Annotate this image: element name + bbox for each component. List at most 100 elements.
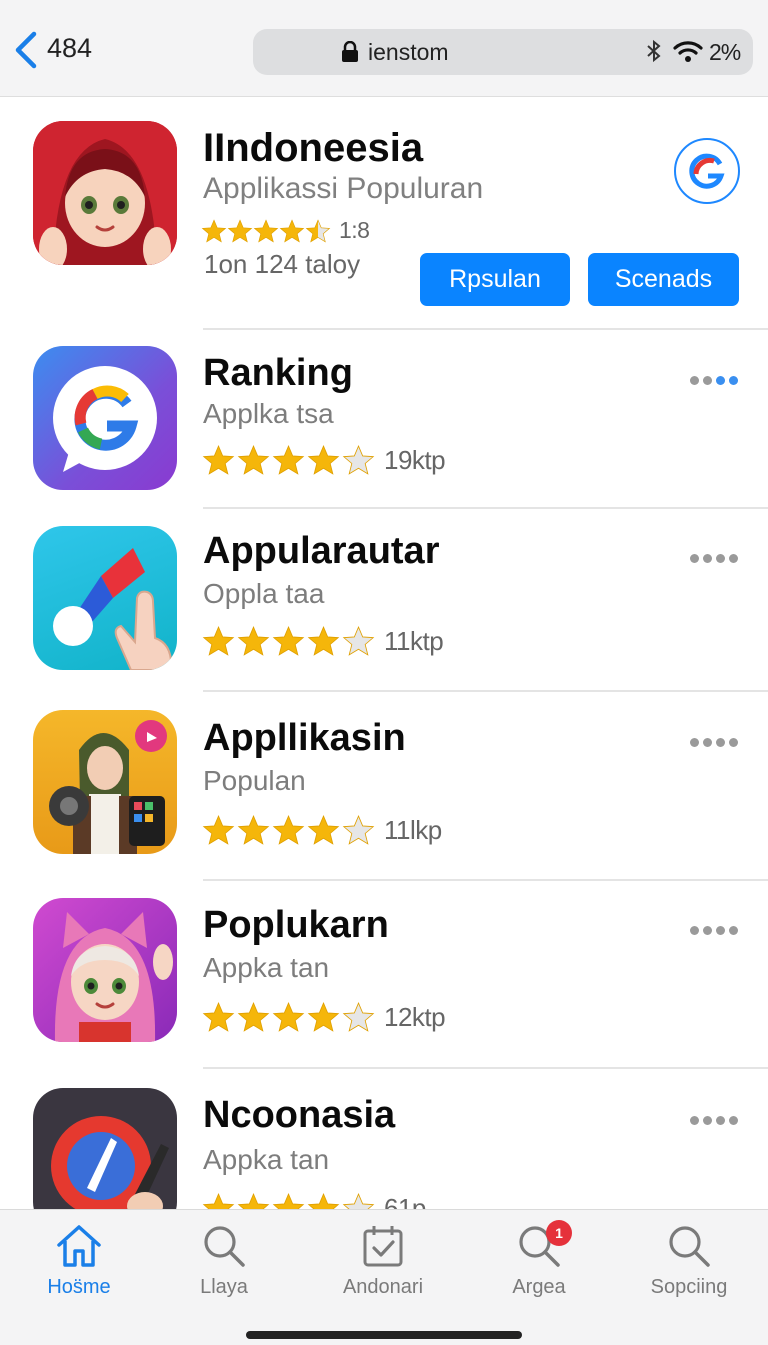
star-icon [202, 445, 235, 475]
dot [703, 553, 712, 563]
star-icon [342, 815, 375, 845]
dot [690, 1115, 699, 1125]
star-rating [201, 814, 376, 846]
dot [729, 925, 738, 935]
chat-g-icon [33, 346, 177, 490]
featured-app-subtitle: Applikassi Populuran [203, 172, 484, 205]
list-item[interactable]: Ranking Applka tsa 19ktp [0, 330, 768, 508]
featured-app[interactable]: IIndoneesia Applikassi Populuran 1:8 1on… [0, 0, 768, 330]
search-icon [669, 1226, 710, 1267]
tab-label: Hos̈me [47, 1276, 111, 1298]
star-icon [307, 445, 340, 475]
dot [690, 553, 699, 563]
app-rating: 11lkp [201, 814, 442, 846]
dot [690, 925, 699, 935]
app-name: Ncoonasia [203, 1094, 396, 1136]
hijab-girl-avatar-icon [33, 121, 177, 265]
list-item[interactable]: Appllikasin Populan 11lkp [0, 692, 768, 880]
primary-action-button[interactable]: Rpsulan [420, 253, 570, 306]
dot [716, 375, 725, 385]
dot [716, 553, 725, 563]
g-badge-button[interactable] [674, 138, 740, 204]
star-rating [201, 1001, 376, 1033]
tab-label: Llaya [200, 1276, 248, 1298]
tab-label: Argea [512, 1276, 566, 1298]
star-icon [272, 445, 305, 475]
star-rating [201, 1192, 376, 1209]
dot [703, 925, 712, 935]
star-icon [272, 815, 305, 845]
g-logo-icon [689, 153, 725, 189]
woman-with-tablet-icon [33, 710, 177, 854]
star-rating [201, 625, 376, 657]
star-icon [202, 1193, 235, 1209]
app-name: Appularautar [203, 530, 440, 572]
pointer-hand-icon [33, 526, 177, 670]
tab-sopciing[interactable]: Sopciing [634, 1210, 744, 1320]
rating-value: 1:8 [339, 217, 370, 243]
dot [690, 375, 699, 385]
more-options-button[interactable] [690, 918, 740, 942]
search-icon [204, 1226, 245, 1267]
dot [703, 1115, 712, 1125]
star-icon [307, 1193, 340, 1209]
tab-label: Sopciing [650, 1276, 728, 1298]
more-options-button[interactable] [690, 730, 740, 754]
list-item[interactable]: Ncoonasia Appka tan 61p [0, 1068, 768, 1209]
cat-hood-girl-icon [33, 898, 177, 1042]
star-icon [342, 1193, 375, 1209]
star-icon [272, 1193, 305, 1209]
dot [729, 375, 738, 385]
star-icon [342, 445, 375, 475]
app-subtitle: Appka tan [203, 1144, 330, 1175]
star-icon [307, 626, 340, 656]
more-options-button[interactable] [690, 368, 740, 392]
dot [716, 1115, 725, 1125]
featured-app-title: IIndoneesia [203, 126, 424, 170]
more-options-button[interactable] [690, 1108, 740, 1132]
tab-andonari[interactable]: Andonari [328, 1210, 438, 1320]
star-icon [237, 626, 270, 656]
star-icon [202, 626, 235, 656]
dot [703, 375, 712, 385]
app-subtitle: Appka tan [203, 952, 330, 983]
app-rating: 19ktp [201, 444, 446, 476]
app-name: Poplukarn [203, 904, 389, 946]
app-rating: 61p [201, 1192, 426, 1209]
tab-llaya[interactable]: Llaya [169, 1210, 279, 1320]
star-icon [237, 1002, 270, 1032]
star-icon [253, 218, 279, 243]
star-icon [227, 218, 253, 243]
star-icon [342, 626, 375, 656]
list-item[interactable]: Poplukarn Appka tan 12ktp [0, 880, 768, 1068]
app-subtitle: Populan [203, 765, 306, 796]
star-icon [237, 445, 270, 475]
more-options-button[interactable] [690, 546, 740, 570]
app-rating: 11ktp [201, 625, 444, 657]
app-name: Ranking [203, 352, 353, 394]
dot [690, 737, 699, 747]
download-count: 61p [384, 1192, 426, 1210]
list-item[interactable]: Appularautar Oppla taa 11ktp [0, 508, 768, 691]
download-count: 12ktp [384, 1001, 446, 1032]
featured-rating: 1:8 [201, 217, 370, 244]
star-icon [272, 626, 305, 656]
secondary-action-button[interactable]: Scenads [588, 253, 739, 306]
tab-argea[interactable]: 1 Argea [484, 1210, 594, 1320]
star-rating [201, 444, 376, 476]
app-subtitle: Oppla taa [203, 578, 325, 609]
dot [716, 737, 725, 747]
home-indicator [246, 1331, 522, 1339]
star-icon [202, 815, 235, 845]
star-icon [307, 1002, 340, 1032]
notification-badge: 1 [546, 1220, 572, 1246]
star-icon [307, 815, 340, 845]
star-icon [305, 218, 331, 243]
home-icon [57, 1225, 101, 1267]
star-icon [202, 1002, 235, 1032]
dot [703, 737, 712, 747]
tab-home[interactable]: Hos̈me [24, 1210, 134, 1320]
download-count: 11ktp [384, 625, 444, 656]
star-icon [237, 1193, 270, 1209]
download-count: 19ktp [384, 444, 446, 475]
